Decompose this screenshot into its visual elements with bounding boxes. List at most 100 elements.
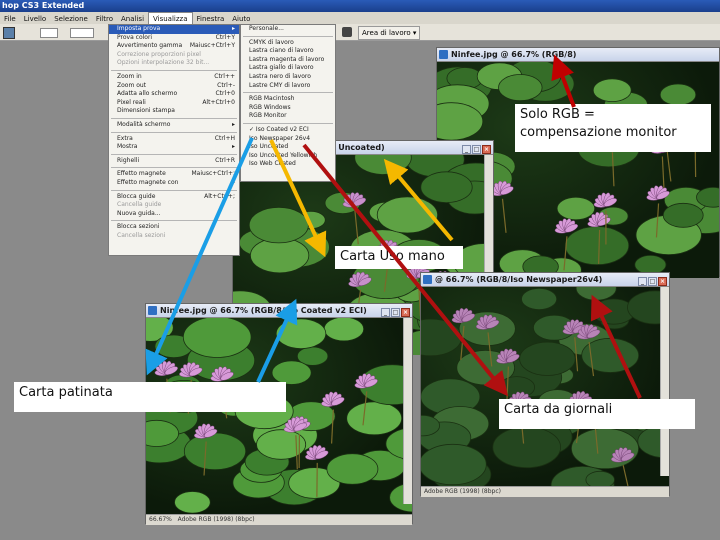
flower-stem — [661, 156, 665, 191]
lily-pad — [662, 202, 704, 228]
minimize-icon[interactable]: _ — [462, 145, 471, 154]
maximize-icon[interactable]: □ — [648, 277, 657, 286]
view-menu-item[interactable]: Zoom in Ctrl++ — [109, 73, 239, 82]
lily-pad — [575, 287, 617, 301]
proof-submenu-item[interactable]: RGB Monitor — [241, 112, 335, 121]
lily-pad — [326, 453, 379, 485]
workspace-button[interactable]: Area di lavoro ▾ — [358, 26, 421, 40]
view-menu-item[interactable]: Mostra ▸ — [109, 143, 239, 152]
app-title-bar: hop CS3 Extended — [0, 0, 720, 12]
image-canvas[interactable] — [146, 318, 412, 514]
lily-pad — [585, 470, 615, 486]
lily-pad — [271, 360, 312, 385]
document-window-newspaper[interactable]: @ 66.7% (RGB/8/Iso Newspaper26v4) _ □ × Ado… — [420, 272, 670, 497]
lily-flower — [154, 360, 178, 376]
proof-submenu-item[interactable]: Iso Uncoated Yellowish — [241, 152, 335, 161]
status-bar: Adobe RGB (1998) (8bpc) — [421, 486, 669, 497]
tool-preset-icon[interactable] — [3, 27, 15, 39]
document-title-bar[interactable]: @ 66.7% (RGB/8/Iso Newspaper26v4) _ □ × — [421, 273, 669, 287]
close-icon[interactable]: × — [401, 308, 410, 317]
lily-pad — [376, 196, 438, 234]
menu-separator — [243, 122, 333, 124]
photoshop-doc-icon — [423, 275, 432, 284]
minimize-icon[interactable]: _ — [381, 308, 390, 317]
view-menu-item[interactable]: Adatta allo schermo Ctrl+0 — [109, 90, 239, 99]
proof-submenu-item[interactable]: Lastra magenta di lavoro — [241, 56, 335, 65]
lily-pad — [275, 318, 327, 349]
workspace-icon[interactable] — [342, 27, 352, 37]
document-title: @ 66.7% (RGB/8/Iso Newspaper26v4) — [435, 275, 603, 284]
proof-submenu-item[interactable]: Lastra giallo di lavoro — [241, 64, 335, 73]
lily-pad — [183, 432, 247, 471]
proof-submenu-item[interactable]: RGB Windows — [241, 104, 335, 113]
photoshop-doc-icon — [439, 50, 448, 59]
menu-separator — [111, 69, 237, 71]
proof-submenu-item[interactable]: CMYK di lavoro — [241, 39, 335, 48]
lily-pad — [492, 426, 561, 469]
lily-flower — [593, 192, 618, 208]
document-title: Ninfee.jpg @ 66.7% (RGB/8) — [451, 50, 577, 59]
view-menu-item[interactable]: Prova colori Ctrl+Y — [109, 34, 239, 43]
view-menu-item[interactable]: Effetto magnete con ▸ — [109, 179, 239, 188]
view-menu-item[interactable]: Avvertimento gamma Maiusc+Ctrl+Y — [109, 42, 239, 51]
view-menu-item[interactable]: Blocca sezioni — [109, 223, 239, 232]
proof-submenu-item[interactable]: Lastra ciano di lavoro — [241, 47, 335, 56]
zoom-readout[interactable]: 66.67% — [149, 516, 172, 523]
view-menu-item[interactable]: Opzioni interpolazione 32 bit... — [109, 59, 239, 68]
view-menu-item[interactable]: Cancella sezioni — [109, 232, 239, 241]
proof-submenu-item[interactable]: Personale... — [241, 25, 335, 34]
lily-pad — [592, 78, 632, 103]
view-menu-item[interactable]: Cancella guide — [109, 201, 239, 210]
proof-submenu-item[interactable]: ✓ Iso Coated v2 ECI — [241, 126, 335, 135]
view-menu-item[interactable]: Imposta prova ▸ — [109, 25, 239, 34]
minimize-icon[interactable]: _ — [638, 277, 647, 286]
menu-separator — [243, 35, 333, 37]
lily-pad — [346, 401, 403, 436]
scrollbar[interactable] — [660, 287, 669, 476]
view-menu-item[interactable]: Extra Ctrl+H — [109, 135, 239, 144]
document-title-bar[interactable]: Ninfee.jpg @ 66.7% (RGB/8/Iso Coated v2 … — [146, 304, 412, 318]
option-field[interactable] — [70, 28, 94, 38]
view-menu-item[interactable]: Correzione proporzioni pixel — [109, 51, 239, 60]
close-icon[interactable]: × — [658, 277, 667, 286]
view-menu-item[interactable]: Zoom out Ctrl+- — [109, 82, 239, 91]
document-window-coated[interactable]: Ninfee.jpg @ 66.7% (RGB/8/Iso Coated v2 … — [145, 303, 413, 525]
lily-flower — [321, 391, 345, 407]
document-profile: Adobe RGB (1998) (8bpc) — [177, 516, 255, 523]
menu-separator — [111, 220, 237, 222]
maximize-icon[interactable]: □ — [391, 308, 400, 317]
view-menu-item[interactable]: Effetto magnete Maiusc+Ctrl+; — [109, 170, 239, 179]
image-canvas[interactable] — [421, 287, 669, 486]
document-title: Ninfee.jpg @ 66.7% (RGB/8/Iso Coated v2 … — [160, 306, 367, 315]
view-menu-item[interactable]: Blocca guide Alt+Ctrl+; — [109, 193, 239, 202]
menu-separator — [243, 92, 333, 94]
proof-submenu-item[interactable]: Iso Uncoated — [241, 143, 335, 152]
view-menu: Imposta prova ▸ Prova colori Ctrl+Y Avvertim… — [108, 24, 240, 256]
view-menu-item[interactable]: Modalità schermo ▸ — [109, 121, 239, 130]
lily-pad — [498, 74, 543, 102]
view-menu-item[interactable]: Nuova guida... — [109, 210, 239, 219]
maximize-icon[interactable]: □ — [472, 145, 481, 154]
view-menu-item[interactable]: Dimensioni stampa — [109, 107, 239, 116]
option-field[interactable] — [40, 28, 58, 38]
proof-submenu-item[interactable]: Lastra nero di lavoro — [241, 73, 335, 82]
close-icon[interactable]: × — [482, 145, 491, 154]
view-menu-item[interactable]: Pixel reali Alt+Ctrl+0 — [109, 99, 239, 108]
flower-stem — [501, 198, 507, 233]
lily-pad — [521, 287, 558, 311]
lily-pad — [182, 318, 252, 358]
note-rgb-line2: compensazione monitor — [520, 125, 677, 140]
view-menu-item[interactable]: Righelli Ctrl+R — [109, 157, 239, 166]
proof-submenu-item[interactable]: Iso Newspaper 26v4 — [241, 135, 335, 144]
proof-submenu-item[interactable]: Iso Web Coated — [241, 160, 335, 169]
proof-submenu-item[interactable]: Lastre CMY di lavoro — [241, 82, 335, 91]
document-title-bar[interactable]: Ninfee.jpg @ 66.7% (RGB/8) — [437, 48, 719, 62]
lily-pad — [323, 318, 365, 342]
proof-submenu-item[interactable]: RGB Macintosh — [241, 95, 335, 104]
lily-pad — [519, 341, 576, 376]
note-uso-mano: Carta Uso mano — [335, 246, 463, 269]
menu-separator — [111, 189, 237, 191]
scrollbar[interactable] — [403, 318, 412, 504]
proof-setup-submenu: Personale... CMYK di lavoro Lastra ciano d… — [240, 24, 336, 182]
menu-separator — [111, 131, 237, 133]
